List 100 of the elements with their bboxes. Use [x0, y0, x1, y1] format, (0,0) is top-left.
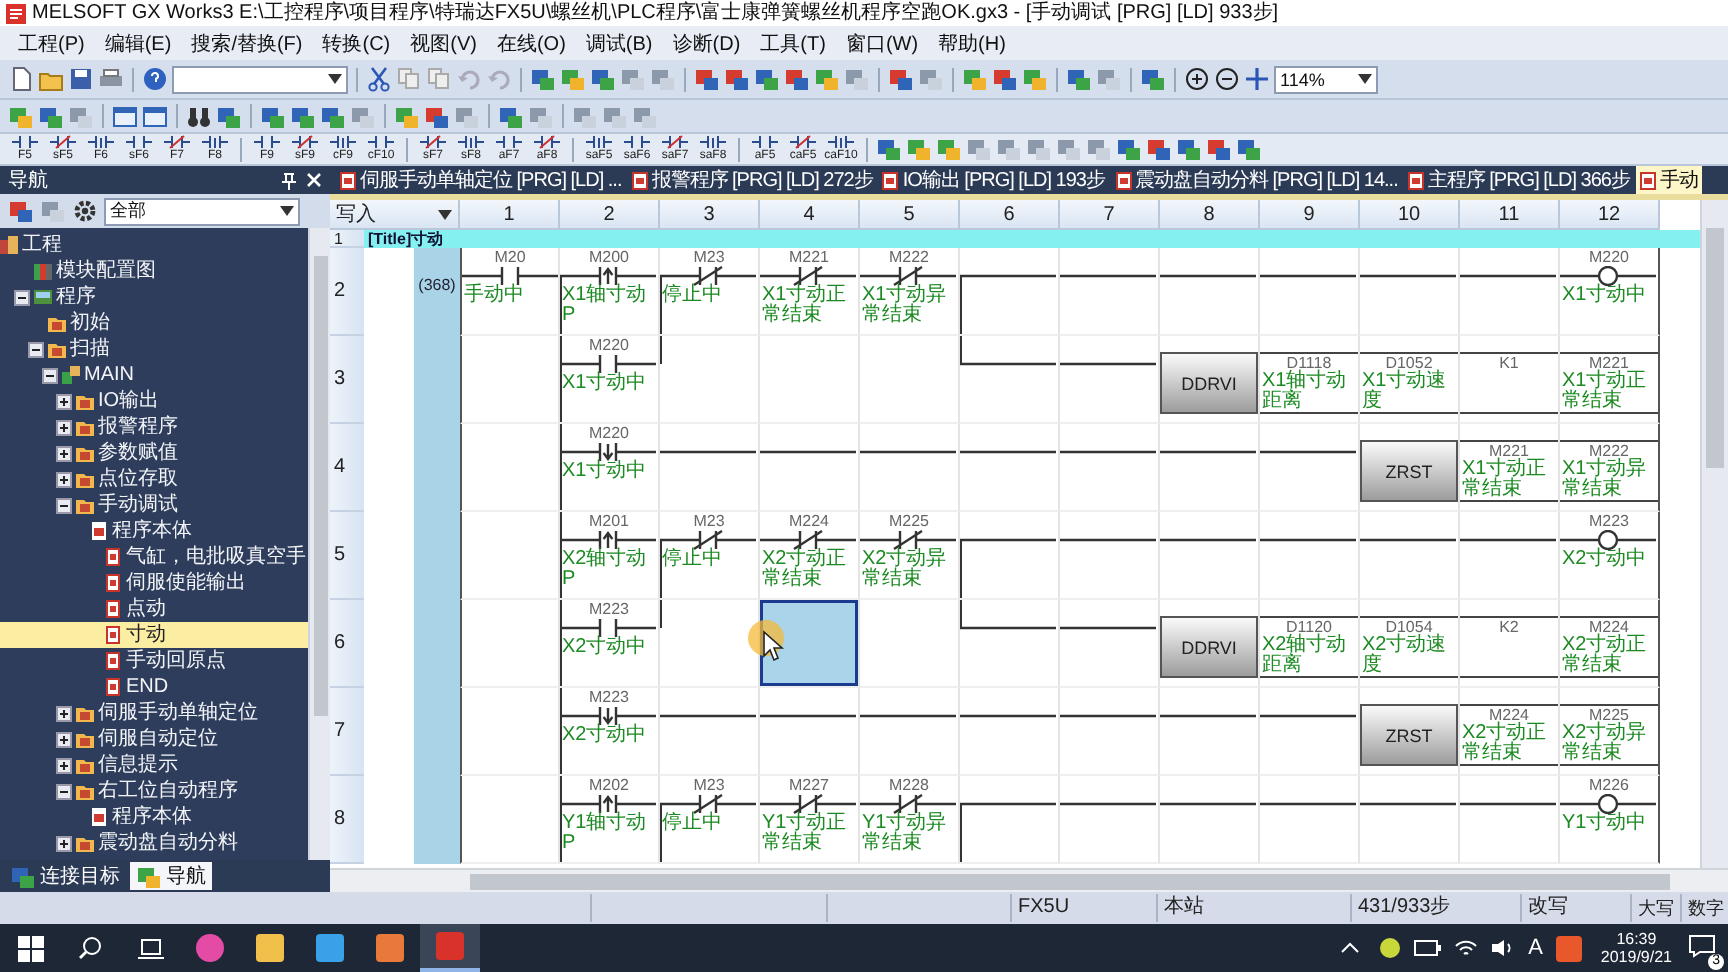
chevron-up-icon[interactable] — [1340, 942, 1361, 954]
program-tool-icon[interactable] — [1176, 136, 1202, 162]
tree-item[interactable]: 右工位自动程序 — [0, 778, 308, 804]
menu-item[interactable]: 搜索/替换(F) — [181, 29, 313, 57]
panel-tab[interactable]: 导航 — [130, 862, 212, 890]
ladder-cell[interactable] — [1160, 512, 1260, 600]
speaker-icon[interactable] — [1490, 938, 1515, 958]
collapse-icon[interactable] — [28, 341, 44, 357]
ladder-cell[interactable] — [1060, 776, 1160, 864]
new-file-icon[interactable] — [8, 66, 34, 92]
collapse-icon[interactable] — [56, 783, 72, 799]
ladder-cell[interactable]: M225 X2寸动异常结束 — [1560, 688, 1660, 776]
window-icon[interactable] — [142, 103, 168, 129]
menu-item[interactable]: 转换(C) — [312, 29, 401, 57]
ladder-cell[interactable]: M223 X2寸动中 — [1560, 512, 1660, 600]
ladder-cell[interactable] — [960, 336, 1060, 424]
ladder-cell[interactable] — [1360, 248, 1460, 336]
mode-dropdown[interactable]: 写入 — [330, 200, 460, 230]
document-tab[interactable]: 伺服手动单轴定位 [PRG] [LD] ... — [336, 166, 626, 194]
tree-item[interactable]: 模块配置图 — [0, 258, 308, 284]
program-tool-icon[interactable] — [10, 863, 36, 889]
ladder-cell[interactable] — [1260, 512, 1360, 600]
ladder-cell[interactable] — [660, 424, 760, 512]
program-tool-icon[interactable] — [936, 136, 962, 162]
expand-icon[interactable] — [56, 731, 72, 747]
binoculars-icon[interactable] — [186, 103, 212, 129]
ladder-cell[interactable] — [660, 688, 760, 776]
search-combo-field[interactable] — [172, 65, 348, 93]
menu-item[interactable]: 诊断(D) — [662, 29, 751, 57]
program-tool-icon[interactable] — [876, 136, 902, 162]
tree-item[interactable]: 伺服使能输出 — [0, 570, 308, 596]
zoom-in-icon[interactable] — [1184, 66, 1210, 92]
ladder-cell[interactable]: DDRVI — [1160, 336, 1260, 424]
ladder-cell[interactable] — [660, 336, 760, 424]
save-icon[interactable] — [68, 66, 94, 92]
expand-icon[interactable] — [56, 705, 72, 721]
expand-icon[interactable] — [56, 393, 72, 409]
tree-item[interactable]: IO输出 — [0, 388, 308, 414]
ladder-cell[interactable]: M224 X2寸动正常结束 — [1560, 600, 1660, 688]
app-tray-icon[interactable] — [1556, 935, 1583, 961]
document-tab[interactable]: IO输出 [PRG] [LD] 193步 — [878, 166, 1109, 194]
ladder-cell[interactable]: M223 X2寸动中 — [560, 688, 660, 776]
ladder-cell[interactable] — [1160, 776, 1260, 864]
settings-icon[interactable] — [72, 198, 98, 224]
ladder-cell[interactable]: M221 X1寸动正常结束 — [1560, 336, 1660, 424]
ladder-cell[interactable]: DDRVI — [1160, 600, 1260, 688]
tree-item[interactable]: 信息提示 — [0, 752, 308, 778]
clock[interactable]: 16:39 2019/9/21 — [1588, 930, 1684, 966]
ladder-cell[interactable]: M220 X1寸动中 — [1560, 248, 1660, 336]
ladder-cell[interactable] — [1460, 512, 1560, 600]
ladder-cell[interactable]: ZRST — [1360, 424, 1460, 512]
menu-item[interactable]: 编辑(E) — [94, 29, 182, 57]
program-tool-icon[interactable] — [530, 66, 556, 92]
tree-item[interactable]: 伺服自动定位 — [0, 726, 308, 752]
ladder-cell[interactable]: M220 X1寸动中 — [560, 336, 660, 424]
tree-item[interactable]: END — [0, 674, 308, 700]
notification-icon[interactable] — [1688, 933, 1716, 957]
ladder-cell[interactable] — [960, 248, 1060, 336]
ladder-cell[interactable] — [760, 688, 860, 776]
ladder-cell[interactable] — [1060, 424, 1160, 512]
collapse-icon[interactable] — [14, 289, 30, 305]
ladder-cell[interactable]: D1054 X2寸动速度 — [1360, 600, 1460, 688]
ladder-cell[interactable] — [960, 600, 1060, 688]
tree-item[interactable]: 程序 — [0, 284, 308, 310]
expand-icon[interactable] — [56, 757, 72, 773]
print-icon[interactable] — [98, 66, 124, 92]
collapse-icon[interactable] — [56, 497, 72, 513]
help-icon[interactable] — [142, 66, 168, 92]
program-tool-icon[interactable] — [1146, 136, 1172, 162]
expand-icon[interactable] — [56, 835, 72, 851]
pin-icon[interactable] — [282, 171, 296, 189]
ladder-cell[interactable] — [1160, 424, 1260, 512]
ladder-cell[interactable]: M220 X1寸动中 — [560, 424, 660, 512]
program-tool-icon[interactable] — [424, 103, 450, 129]
program-tool-icon[interactable] — [888, 66, 914, 92]
ladder-cell[interactable] — [1060, 512, 1160, 600]
ladder-cell[interactable] — [860, 688, 960, 776]
input-method-indicator[interactable]: A — [1520, 936, 1551, 960]
menu-item[interactable]: 帮助(H) — [928, 29, 1016, 57]
program-tool-icon[interactable] — [1066, 66, 1092, 92]
filter-dropdown[interactable]: 全部 — [104, 197, 300, 225]
wifi-icon[interactable] — [1454, 938, 1479, 958]
ladder-cell[interactable]: M223 X2寸动中 — [560, 600, 660, 688]
tree-item[interactable]: 参数赋值 — [0, 440, 308, 466]
tree-item[interactable]: 点动 — [0, 596, 308, 622]
panel-tab[interactable]: 连接目标 — [4, 862, 126, 890]
document-tab[interactable]: 主程序 [PRG] [LD] 366步 — [1403, 166, 1634, 194]
program-tool-icon[interactable] — [260, 103, 286, 129]
program-tool-icon[interactable] — [38, 103, 64, 129]
ladder-cell[interactable]: M224 X2寸动正常结束 — [1460, 688, 1560, 776]
ladder-cell[interactable] — [760, 424, 860, 512]
tree-item[interactable]: 点位存取 — [0, 466, 308, 492]
ladder-cell[interactable] — [1160, 688, 1260, 776]
tree-item[interactable]: 寸动 — [0, 622, 308, 648]
zoom-out-icon[interactable] — [1214, 66, 1240, 92]
battery-icon[interactable] — [1414, 938, 1443, 958]
ladder-cell[interactable] — [1460, 776, 1560, 864]
ladder-cell[interactable]: M23 停止中 — [660, 776, 760, 864]
scrollbar[interactable] — [330, 868, 1728, 892]
document-tab[interactable]: 手动 — [1635, 166, 1702, 194]
